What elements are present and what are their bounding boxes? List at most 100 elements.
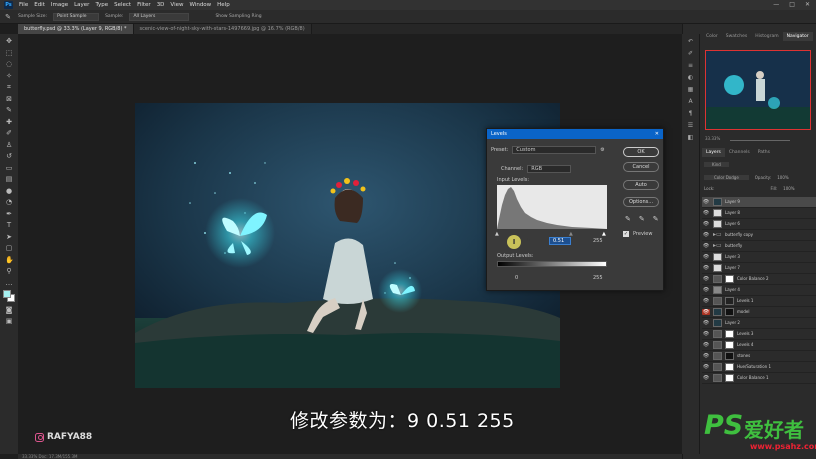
white-point-slider[interactable]: ▲ (602, 231, 606, 237)
navigator-thumbnail[interactable] (705, 50, 811, 130)
crop-tool-icon[interactable]: ⌗ (5, 83, 13, 91)
eye-icon[interactable]: 👁 (702, 276, 710, 282)
eye-icon[interactable]: 👁 (702, 287, 710, 293)
tab-color[interactable]: Color (702, 32, 722, 41)
blur-tool-icon[interactable]: ● (5, 187, 13, 195)
brush-tool-icon[interactable]: ✐ (5, 129, 13, 137)
eraser-tool-icon[interactable]: ▭ (5, 164, 13, 172)
levels-titlebar[interactable]: Levels ✕ (487, 129, 663, 139)
navigator-zoom-value[interactable]: 33.33% (705, 136, 720, 141)
preset-select[interactable]: Custom (512, 146, 597, 154)
layer-row[interactable]: 👁 Levels 3 (702, 329, 816, 340)
menu-filter[interactable]: Filter (137, 2, 151, 8)
zoom-tool-icon[interactable]: ⚲ (5, 267, 13, 275)
channel-select[interactable]: RGB (527, 165, 572, 173)
show-sampling-ring-checkbox[interactable]: Show Sampling Ring (215, 14, 261, 19)
black-eyedropper-icon[interactable]: ✎ (625, 215, 631, 223)
options-button[interactable]: Options... (623, 197, 659, 207)
menu-edit[interactable]: Edit (34, 2, 45, 8)
menu-select[interactable]: Select (114, 2, 131, 8)
output-black-field[interactable]: 0 (515, 275, 518, 281)
libraries-panel-icon[interactable]: ☰ (688, 122, 693, 129)
clone-stamp-icon[interactable]: ♙ (5, 141, 13, 149)
layer-row[interactable]: 👁 Hue/Saturation 1 (702, 362, 816, 373)
menu-help[interactable]: Help (217, 2, 230, 8)
maximize-icon[interactable]: □ (789, 1, 795, 8)
layer-row[interactable]: 👁 stones (702, 351, 816, 362)
pen-tool-icon[interactable]: ✒ (5, 210, 13, 218)
eyedropper-tool-icon[interactable]: ✎ (5, 106, 13, 114)
menu-image[interactable]: Image (51, 2, 68, 8)
layer-row[interactable]: 👁 Layer 8 (702, 208, 816, 219)
layer-row[interactable]: 👁 Layer 3 (702, 252, 816, 263)
eye-icon[interactable]: 👁 (702, 243, 710, 249)
opacity-value[interactable]: 100% (777, 175, 788, 180)
adjustments-panel-icon[interactable]: ◐ (688, 74, 693, 81)
shape-tool-icon[interactable]: ▢ (5, 244, 13, 252)
menu-3d[interactable]: 3D (157, 2, 165, 8)
menu-layer[interactable]: Layer (74, 2, 89, 8)
eye-icon[interactable]: 👁 (702, 375, 710, 381)
eye-icon[interactable]: 👁 (702, 308, 710, 315)
history-panel-icon[interactable]: ↶ (688, 38, 693, 45)
fill-value[interactable]: 100% (783, 186, 794, 191)
tab-swatches[interactable]: Swatches (722, 32, 752, 41)
layer-row[interactable]: 👁 model (702, 307, 816, 318)
eye-icon[interactable]: 👁 (702, 265, 710, 271)
history-brush-icon[interactable]: ↺ (5, 152, 13, 160)
brush-panel-icon[interactable]: ✐ (688, 50, 693, 57)
blend-mode-select[interactable]: Color Dodge (704, 175, 749, 180)
dialog-close-icon[interactable]: ✕ (655, 131, 659, 137)
color-swatches[interactable] (3, 290, 15, 302)
frame-tool-icon[interactable]: ⊠ (5, 95, 13, 103)
layer-row[interactable]: 👁 ▸▭ butterfly copy (702, 230, 816, 241)
layer-row[interactable]: 👁 Color Balance 1 (702, 373, 816, 384)
hand-tool-icon[interactable]: ✋ (5, 256, 14, 264)
eye-icon[interactable]: 👁 (702, 320, 710, 326)
tab-paths[interactable]: Paths (754, 148, 774, 157)
eyedropper-icon[interactable]: ✎ (4, 13, 12, 21)
foreground-color-swatch[interactable] (3, 290, 11, 298)
ok-button[interactable]: OK (623, 147, 659, 157)
tab-layers[interactable]: Layers (702, 148, 725, 157)
tab-scenic-view[interactable]: scenic-view-of-night-sky-with-stars-1497… (133, 24, 312, 34)
auto-button[interactable]: Auto (623, 180, 659, 190)
eye-icon[interactable]: 👁 (702, 331, 710, 337)
sample-size-select[interactable]: Point Sample (53, 12, 100, 21)
path-select-icon[interactable]: ➤ (5, 233, 13, 241)
tab-butterfly[interactable]: butterfly.psd @ 33.3% (Layer 9, RGB/8) * (18, 24, 134, 34)
preview-checkbox[interactable]: ✓ (623, 231, 629, 237)
eye-icon[interactable]: 👁 (702, 254, 710, 260)
tab-channels[interactable]: Channels (725, 148, 754, 157)
eye-icon[interactable]: 👁 (702, 210, 710, 216)
layer-row[interactable]: 👁 Levels 1 (702, 296, 816, 307)
layer-row[interactable]: 👁 Color Balance 2 (702, 274, 816, 285)
tab-histogram[interactable]: Histogram (751, 32, 782, 41)
menu-view[interactable]: View (170, 2, 183, 8)
input-gamma-field[interactable]: 0.51 (549, 237, 571, 245)
gradient-tool-icon[interactable]: ▤ (5, 175, 13, 183)
sample-select[interactable]: All Layers (129, 12, 190, 21)
styles-panel-icon[interactable]: ▦ (688, 86, 694, 93)
eye-icon[interactable]: 👁 (702, 353, 710, 359)
kind-filter-select[interactable]: Kind (704, 162, 729, 167)
input-black-field[interactable]: 0 (527, 238, 543, 244)
marquee-tool-icon[interactable]: ⬚ (5, 49, 13, 57)
more-tools-icon[interactable]: … (5, 279, 13, 287)
navigator-zoom-slider[interactable] (730, 140, 790, 141)
layer-row[interactable]: 👁 ▸▭ butterfly (702, 241, 816, 252)
output-white-field[interactable]: 255 (593, 275, 603, 281)
move-tool-icon[interactable]: ✥ (5, 37, 13, 45)
white-eyedropper-icon[interactable]: ✎ (653, 215, 659, 223)
layer-row[interactable]: 👁 Layer 9 (702, 197, 816, 208)
type-tool-icon[interactable]: T (5, 221, 13, 229)
cancel-button[interactable]: Cancel (623, 162, 659, 172)
eye-icon[interactable]: 👁 (702, 298, 710, 304)
glyphs-panel-icon[interactable]: A (688, 98, 692, 105)
layer-comps-icon[interactable]: ◧ (688, 134, 694, 141)
menu-window[interactable]: Window (189, 2, 211, 8)
eye-icon[interactable]: 👁 (702, 221, 710, 227)
layer-row[interactable]: 👁 Layer 6 (702, 219, 816, 230)
eye-icon[interactable]: 👁 (702, 232, 710, 238)
quick-select-tool-icon[interactable]: ✧ (5, 72, 13, 80)
